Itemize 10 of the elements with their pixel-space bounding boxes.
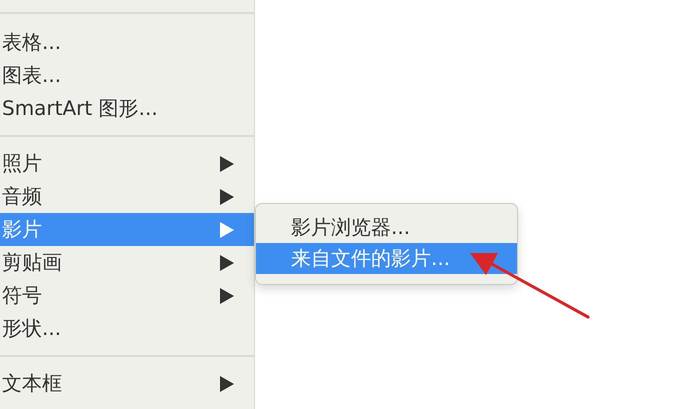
menu-item[interactable]: 形状...	[0, 312, 254, 345]
menu-item[interactable]: 图表...	[0, 59, 254, 92]
menu-item[interactable]: 照片	[0, 147, 254, 180]
submenu-item[interactable]: 影片浏览器...	[256, 212, 517, 243]
menu-item[interactable]: 表格...	[0, 26, 254, 59]
menu-item[interactable]: 文本框	[0, 367, 254, 400]
menu-item[interactable]: SmartArt 图形...	[0, 92, 254, 125]
menu-item[interactable]: 音频	[0, 180, 254, 213]
menu-item[interactable]: 符号	[0, 279, 254, 312]
menu-item[interactable]: 剪贴画	[0, 246, 254, 279]
